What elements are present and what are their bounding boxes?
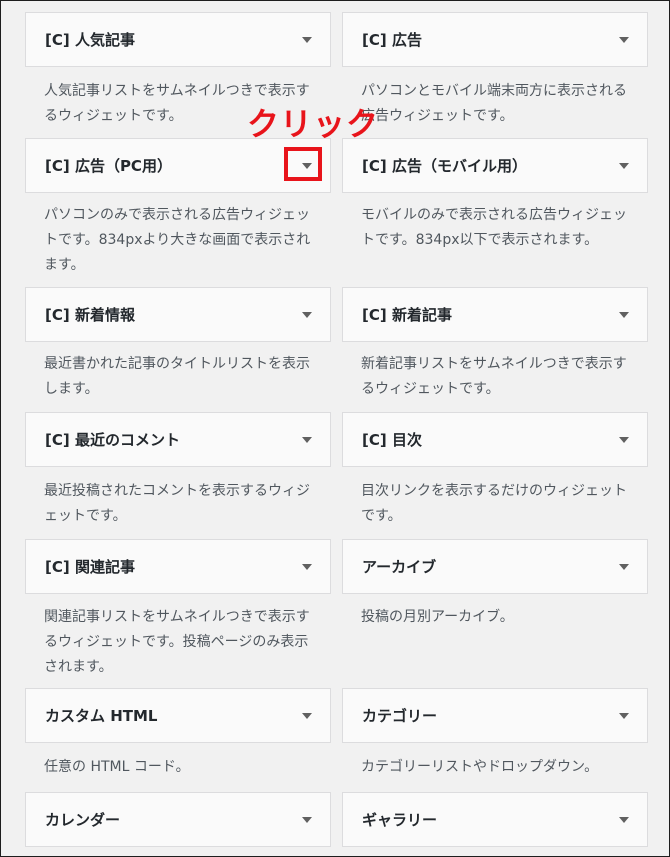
widget-header[interactable]: カテゴリー — [342, 688, 648, 743]
widget-description: 任意の HTML コード。 — [44, 759, 190, 775]
widget-title: カテゴリー — [362, 707, 438, 725]
widget-description: パソコンとモバイル端末両方に表示される広告ウィジェットです。 — [361, 83, 627, 124]
widget-title: アーカイブ — [362, 558, 437, 576]
widget-header[interactable]: ギャラリー — [342, 792, 648, 847]
widget-calendar: カレンダー — [25, 792, 331, 847]
widget-description: モバイルのみで表示される広告ウィジェットです。834px以下で表示されます。 — [361, 207, 627, 248]
chevron-down-icon[interactable] — [302, 563, 312, 570]
widget-description: 最近投稿されたコメントを表示するウィジェットです。 — [44, 483, 310, 524]
widget-header[interactable]: [C] 人気記事 — [25, 12, 331, 67]
widget-popular-posts: [C] 人気記事 人気記事リストをサムネイルつきで表示するウィジェットです。 — [25, 12, 331, 124]
click-highlight-box — [284, 147, 322, 181]
widget-title: [C] 新着記事 — [362, 306, 452, 324]
widget-description: 最近書かれた記事のタイトルリストを表示します。 — [44, 356, 310, 397]
chevron-down-icon[interactable] — [302, 36, 312, 43]
widget-categories: カテゴリー カテゴリーリストやドロップダウン。 — [342, 688, 648, 775]
widget-title: [C] 広告（モバイル用） — [362, 157, 527, 175]
widget-title: [C] 関連記事 — [45, 558, 135, 576]
widget-gallery: ギャラリー — [342, 792, 648, 847]
widget-header[interactable]: [C] 目次 — [342, 412, 648, 467]
widget-title: [C] 人気記事 — [45, 31, 135, 49]
widget-description: 関連記事リストをサムネイルつきで表示するウィジェットです。投稿ページのみ表示され… — [44, 609, 310, 675]
widget-description: 新着記事リストをサムネイルつきで表示するウィジェットです。 — [361, 356, 627, 397]
chevron-down-icon[interactable] — [302, 816, 312, 823]
widget-title: ギャラリー — [362, 811, 438, 829]
widget-description: パソコンのみで表示される広告ウィジェットです。834pxより大きな画面で表示され… — [44, 207, 311, 273]
widget-ad: [C] 広告 パソコンとモバイル端末両方に表示される広告ウィジェットです。 — [342, 12, 648, 124]
widget-title: [C] 目次 — [362, 431, 422, 449]
widget-description: 投稿の月別アーカイブ。 — [361, 609, 514, 625]
widget-header[interactable]: カレンダー — [25, 792, 331, 847]
widget-title: [C] 新着情報 — [45, 306, 135, 324]
chevron-down-icon[interactable] — [619, 162, 629, 169]
widget-header[interactable]: [C] 関連記事 — [25, 539, 331, 594]
widget-header[interactable]: [C] 最近のコメント — [25, 412, 331, 467]
widget-description: カテゴリーリストやドロップダウン。 — [361, 759, 599, 775]
widget-header[interactable]: [C] 広告 — [342, 12, 648, 67]
chevron-down-icon[interactable] — [619, 816, 629, 823]
chevron-down-icon[interactable] — [619, 436, 629, 443]
widget-title: カレンダー — [45, 811, 121, 829]
widget-custom-html: カスタム HTML 任意の HTML コード。 — [25, 688, 331, 775]
chevron-down-icon[interactable] — [619, 311, 629, 318]
widget-archive: アーカイブ 投稿の月別アーカイブ。 — [342, 539, 648, 625]
chevron-down-icon[interactable] — [302, 436, 312, 443]
widget-title: [C] 最近のコメント — [45, 431, 180, 449]
widget-new-posts: [C] 新着記事 新着記事リストをサムネイルつきで表示するウィジェットです。 — [342, 287, 648, 397]
widget-header[interactable]: アーカイブ — [342, 539, 648, 594]
chevron-down-icon[interactable] — [619, 712, 629, 719]
chevron-down-icon[interactable] — [619, 36, 629, 43]
widget-latest-info: [C] 新着情報 最近書かれた記事のタイトルリストを表示します。 — [25, 287, 331, 397]
widget-description: 目次リンクを表示するだけのウィジェットです。 — [361, 483, 627, 524]
widget-title: [C] 広告 — [362, 31, 422, 49]
chevron-down-icon[interactable] — [619, 563, 629, 570]
widget-header[interactable]: [C] 広告（モバイル用） — [342, 138, 648, 193]
widget-header[interactable]: [C] 新着記事 — [342, 287, 648, 342]
widget-title: カスタム HTML — [45, 707, 158, 725]
chevron-down-icon[interactable] — [302, 712, 312, 719]
click-annotation-label: クリック — [247, 105, 380, 143]
widget-header[interactable]: カスタム HTML — [25, 688, 331, 743]
widget-header[interactable]: [C] 新着情報 — [25, 287, 331, 342]
widget-recent-comments: [C] 最近のコメント 最近投稿されたコメントを表示するウィジェットです。 — [25, 412, 331, 524]
chevron-down-icon[interactable] — [302, 311, 312, 318]
widget-ad-mobile: [C] 広告（モバイル用） モバイルのみで表示される広告ウィジェットです。834… — [342, 138, 648, 248]
widget-title: [C] 広告（PC用） — [45, 157, 172, 175]
widget-toc: [C] 目次 目次リンクを表示するだけのウィジェットです。 — [342, 412, 648, 524]
widget-related-posts: [C] 関連記事 関連記事リストをサムネイルつきで表示するウィジェットです。投稿… — [25, 539, 331, 675]
